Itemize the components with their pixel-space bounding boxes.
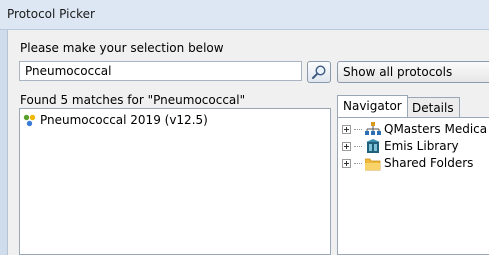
tree-connector <box>354 145 362 147</box>
list-item-label: Pneumococcal 2019 (v12.5) <box>40 113 208 127</box>
tree-item-label: Emis Library <box>384 139 459 153</box>
magnifier-icon <box>312 65 326 79</box>
list-item[interactable]: Pneumococcal 2019 (v12.5) <box>23 112 208 128</box>
tree-connector <box>354 162 362 164</box>
org-chart-icon <box>365 121 381 135</box>
protocol-icon <box>23 114 36 126</box>
library-icon <box>366 138 380 153</box>
title-bar: Protocol Picker <box>0 0 489 30</box>
search-input[interactable]: Pneumococcal <box>19 61 302 81</box>
search-button[interactable] <box>307 61 331 83</box>
protocol-filter-select[interactable]: Show all protocols <box>337 61 489 83</box>
selection-prompt: Please make your selection below <box>20 41 224 55</box>
results-list[interactable]: Pneumococcal 2019 (v12.5) <box>19 108 331 255</box>
tree-item-shared-folders[interactable]: Shared Folders <box>342 155 473 171</box>
tree-item-label: QMasters Medica <box>384 122 488 136</box>
tab-navigator[interactable]: Navigator <box>337 95 408 117</box>
folder-icon <box>365 158 381 170</box>
expand-icon[interactable] <box>342 141 351 151</box>
window-title: Protocol Picker <box>7 7 95 21</box>
tree-item-label: Shared Folders <box>384 156 474 170</box>
navigator-tree: QMasters Medica Emis Library Shared Fold… <box>337 117 489 255</box>
tree-item-qmasters[interactable]: QMasters Medica <box>342 121 487 137</box>
tab-details[interactable]: Details <box>406 97 460 118</box>
expand-icon[interactable] <box>342 158 351 168</box>
dialog-body: Please make your selection below Pneumoc… <box>7 30 489 255</box>
expand-icon[interactable] <box>342 124 351 134</box>
matches-summary: Found 5 matches for "Pneumococcal" <box>20 93 246 107</box>
tree-item-emis-library[interactable]: Emis Library <box>342 138 459 154</box>
tree-connector <box>354 128 362 130</box>
